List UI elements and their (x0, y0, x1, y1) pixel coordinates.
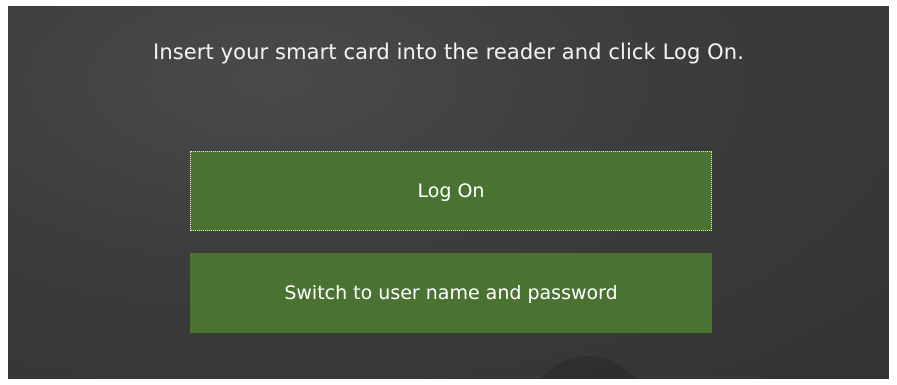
switch-to-password-button[interactable]: Switch to user name and password (190, 253, 712, 333)
instruction-text: Insert your smart card into the reader a… (153, 40, 744, 64)
smart-card-login-screen: Insert your smart card into the reader a… (8, 6, 889, 379)
log-on-button[interactable]: Log On (190, 151, 712, 231)
